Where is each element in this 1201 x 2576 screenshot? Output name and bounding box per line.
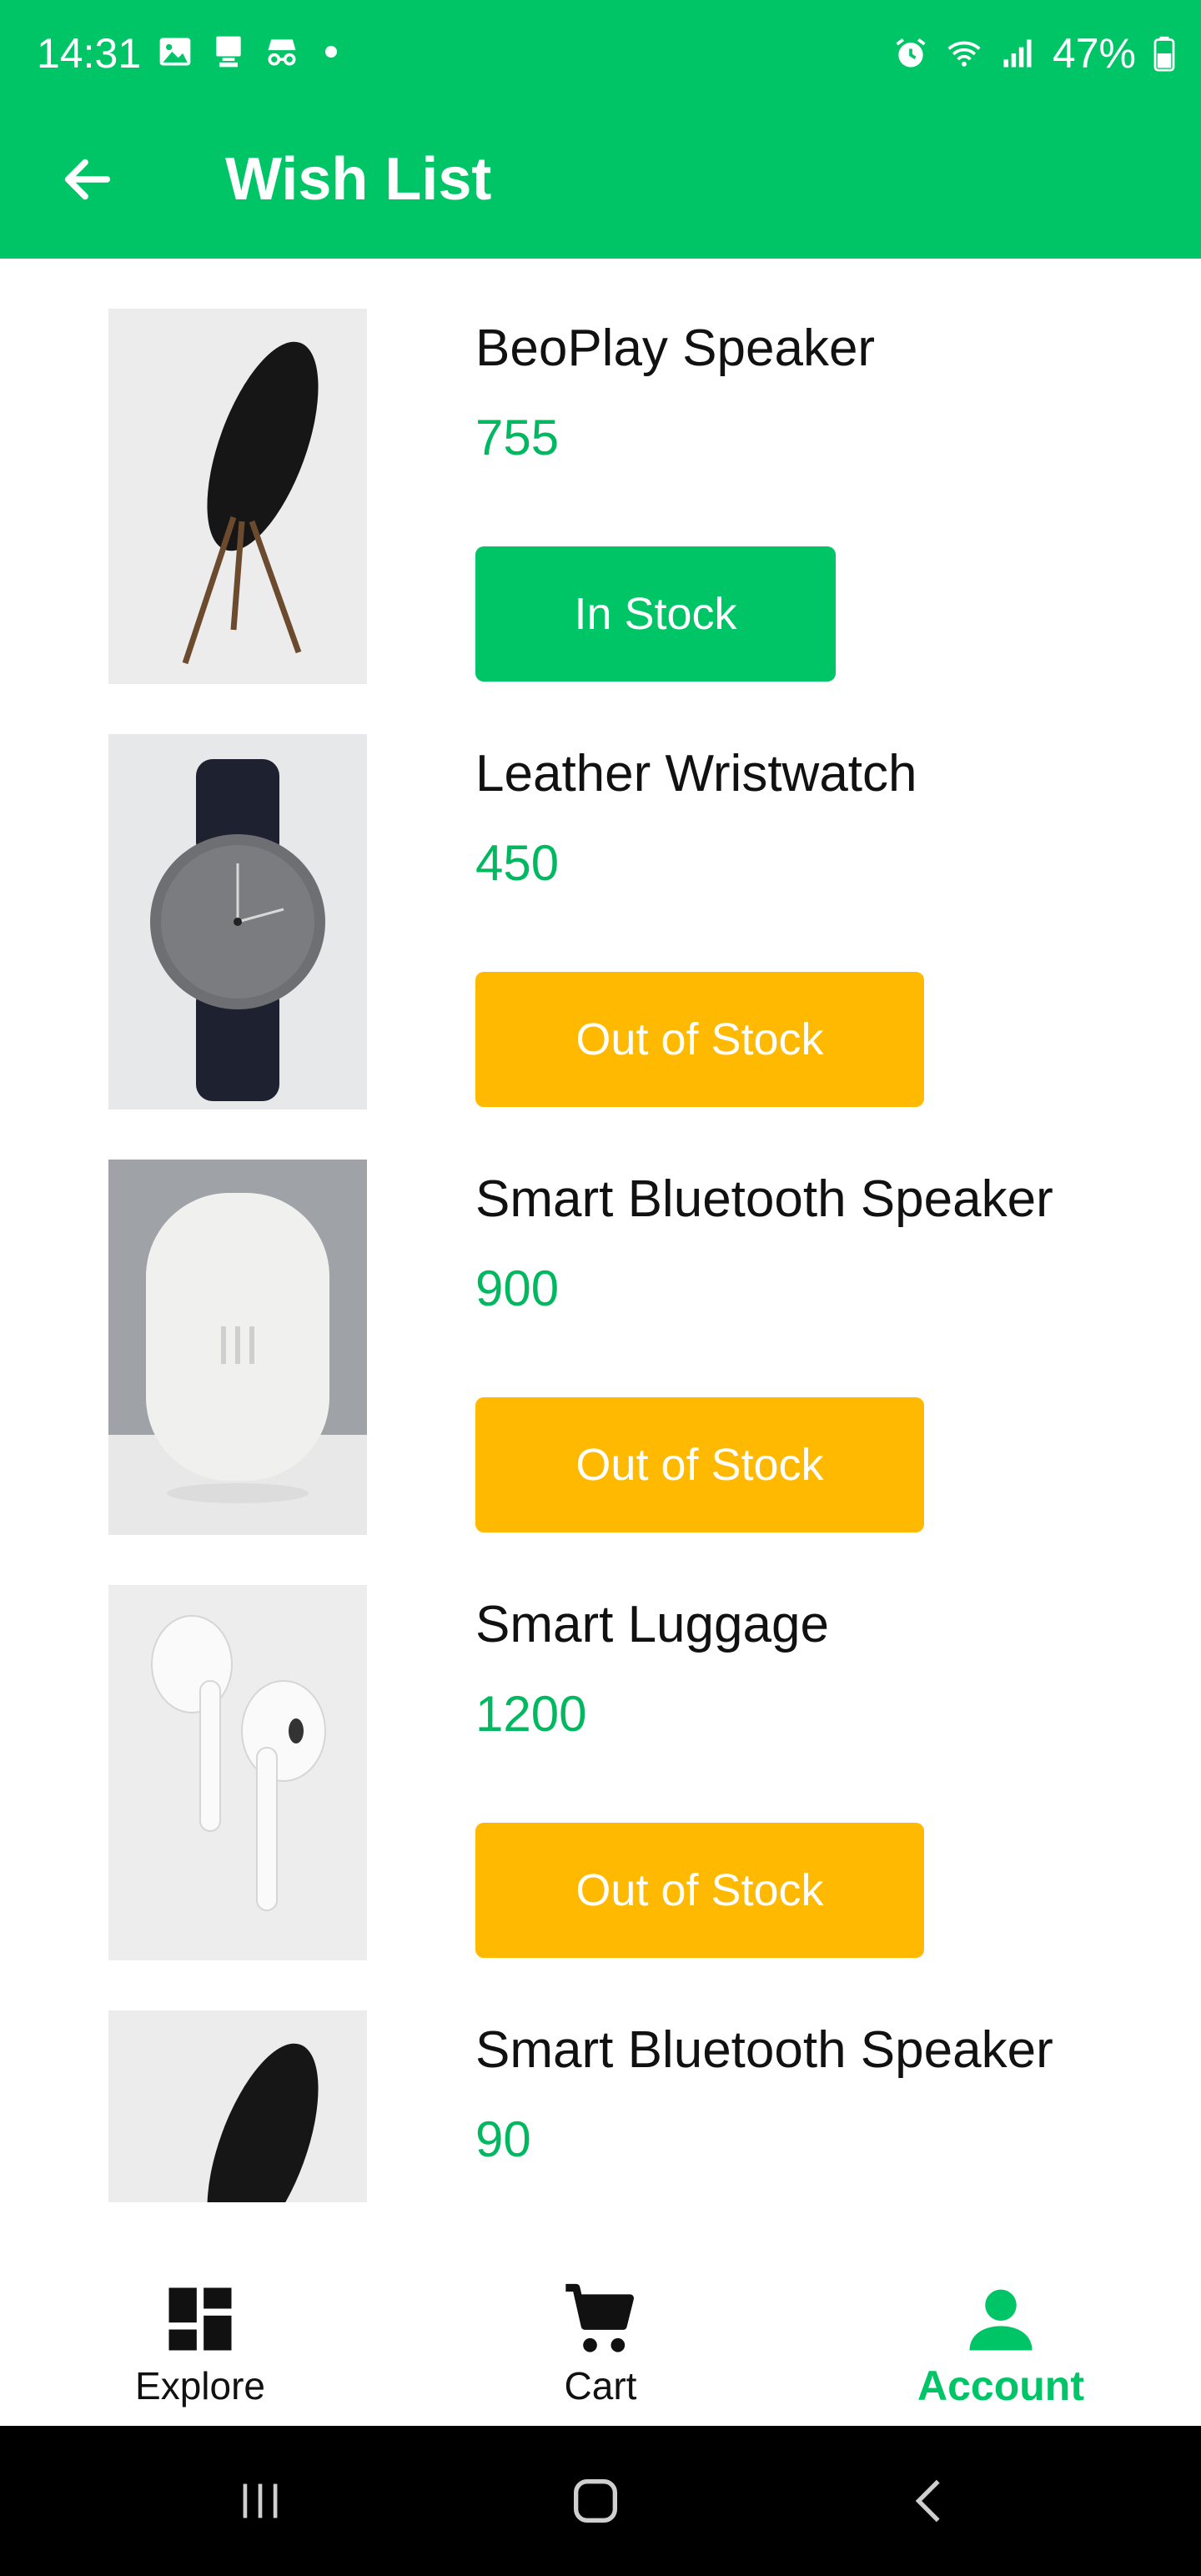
cast-icon xyxy=(216,36,241,68)
list-item[interactable]: Smart Bluetooth Speaker 90 xyxy=(0,1960,1201,2202)
nav-explore-label: Explore xyxy=(135,2364,265,2407)
wishlist-list: BeoPlay Speaker 755 In Stock Leather Wri… xyxy=(0,259,1201,2202)
gallery-icon xyxy=(159,38,191,66)
earbuds-image xyxy=(108,1585,367,1960)
system-status-icons: 47% xyxy=(892,28,1176,78)
wristwatch-image xyxy=(108,734,367,1109)
product-name: BeoPlay Speaker xyxy=(475,319,876,377)
page-title: Wish List xyxy=(225,146,492,213)
white-speaker-image xyxy=(108,1160,367,1535)
top-bar: 14:31 47% Wish List xyxy=(0,0,1201,259)
product-price: 900 xyxy=(475,1260,560,1316)
list-item[interactable]: Leather Wristwatch 450 Out of Stock xyxy=(0,684,1201,1109)
out-of-stock-button[interactable]: Out of Stock xyxy=(475,1397,924,1532)
nav-explore[interactable]: Explore xyxy=(0,2202,400,2426)
system-back-button[interactable] xyxy=(881,2459,981,2543)
arrow-left-icon xyxy=(64,158,111,200)
back-button[interactable] xyxy=(42,133,133,225)
nav-cart[interactable]: Cart xyxy=(400,2202,801,2426)
system-back-icon xyxy=(915,2479,940,2523)
product-name: Smart Bluetooth Speaker xyxy=(475,2021,1053,2079)
out-of-stock-button[interactable]: Out of Stock xyxy=(475,1823,924,1958)
incognito-icon xyxy=(268,39,296,66)
cart-icon xyxy=(565,2283,634,2352)
in-stock-button[interactable]: In Stock xyxy=(475,546,836,682)
recents-button[interactable] xyxy=(210,2459,310,2543)
product-price: 450 xyxy=(475,835,560,891)
status-bar: 14:31 47% xyxy=(0,0,1201,108)
wifi-icon xyxy=(947,41,981,67)
app-bar: Wish List xyxy=(0,108,1201,259)
out-of-stock-button[interactable]: Out of Stock xyxy=(475,972,924,1107)
product-image xyxy=(108,2010,367,2202)
product-image xyxy=(108,734,367,1109)
speaker-image xyxy=(108,2010,367,2202)
nav-account-label: Account xyxy=(917,2362,1084,2409)
list-item[interactable]: Smart Bluetooth Speaker 900 Out of Stock xyxy=(0,1109,1201,1535)
dashboard-icon xyxy=(168,2287,232,2351)
product-name: Leather Wristwatch xyxy=(475,745,917,802)
nav-cart-label: Cart xyxy=(564,2364,637,2407)
battery-icon xyxy=(1153,36,1175,72)
home-button[interactable] xyxy=(545,2459,646,2543)
system-navigation-bar xyxy=(0,2426,1201,2576)
product-image xyxy=(108,309,367,684)
product-name: Smart Bluetooth Speaker xyxy=(475,1170,1053,1228)
home-icon xyxy=(574,2479,617,2523)
product-image xyxy=(108,1160,367,1535)
product-name: Smart Luggage xyxy=(475,1596,829,1653)
speaker-image xyxy=(108,309,367,684)
status-time: 14:31 xyxy=(37,30,142,77)
bottom-navigation: Explore Cart Account xyxy=(0,2202,1201,2426)
wish-list-screen: 14:31 47% Wish List BeoPlay Speaker 755 … xyxy=(0,0,1201,2576)
product-price: 1200 xyxy=(475,1686,587,1742)
product-image xyxy=(108,1585,367,1960)
notification-dot xyxy=(325,46,337,58)
notification-icons xyxy=(157,33,337,70)
nav-account[interactable]: Account xyxy=(801,2202,1201,2426)
battery-percent: 47% xyxy=(1052,30,1136,77)
person-icon xyxy=(969,2289,1033,2351)
signal-icon xyxy=(1003,39,1032,68)
product-price: 90 xyxy=(475,2111,531,2167)
alarm-icon xyxy=(896,38,926,68)
recents-icon xyxy=(243,2483,278,2518)
list-item[interactable]: BeoPlay Speaker 755 In Stock xyxy=(0,259,1201,684)
product-price: 755 xyxy=(475,410,560,465)
list-item[interactable]: Smart Luggage 1200 Out of Stock xyxy=(0,1535,1201,1960)
